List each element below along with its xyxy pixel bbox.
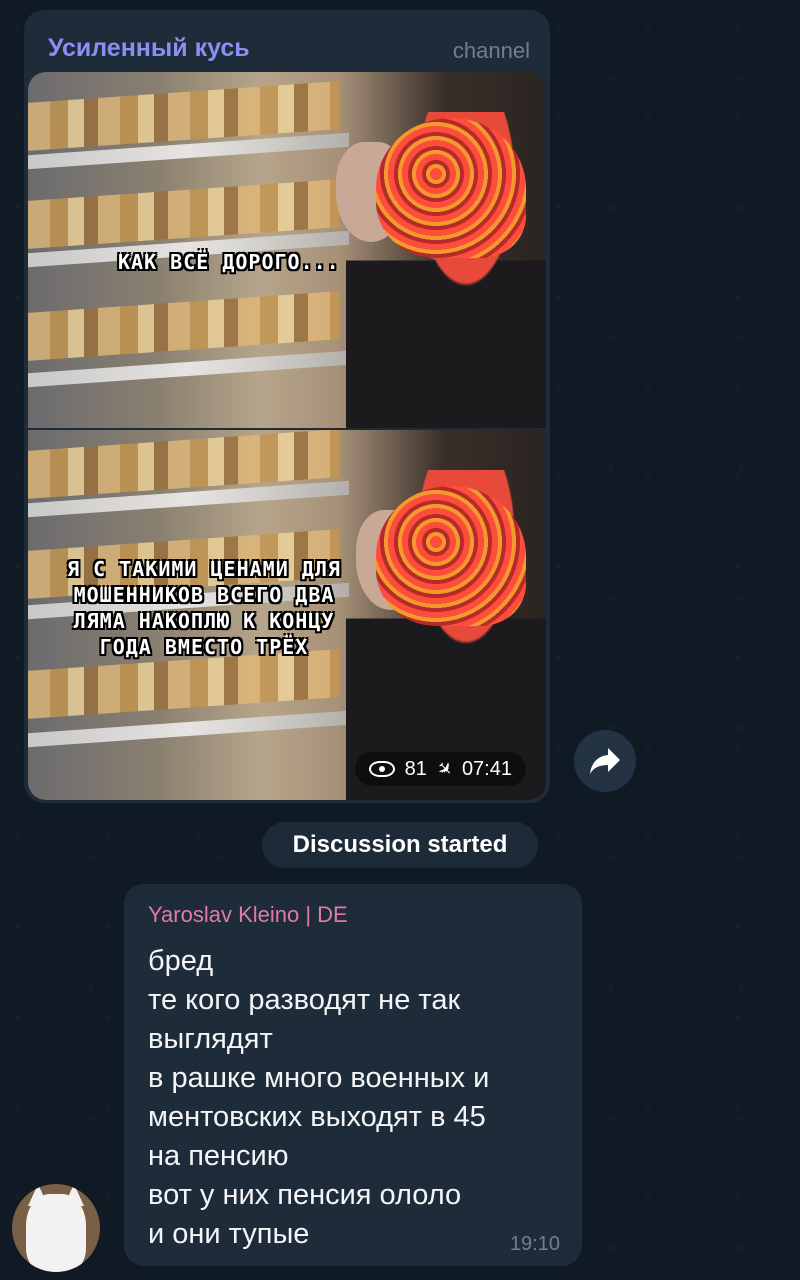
- meme-image-top[interactable]: КАК ВСЁ ДОРОГО...: [28, 72, 546, 428]
- share-arrow-icon: [590, 748, 620, 774]
- views-count: 81: [404, 757, 427, 780]
- comment-text: бред те кого разводят не так выглядят в …: [148, 942, 558, 1254]
- meme-caption-bottom: Я С ТАКИМИ ЦЕНАМИ ДЛЯ МОШЕННИКОВ ВСЕГО Д…: [67, 557, 341, 659]
- comment-line: вот у них пенсия ололо: [148, 1179, 462, 1211]
- channel-label: channel: [452, 38, 530, 63]
- post-header: Усиленный кусь channel: [48, 34, 530, 70]
- meme-caption-top: КАК ВСЁ ДОРОГО...: [118, 250, 340, 274]
- post-meta: 81 ✈ 07:41: [354, 752, 526, 786]
- comment-line: бред: [148, 945, 214, 977]
- channel-post[interactable]: Усиленный кусь channel КАК ВСЁ ДОРОГО...…: [24, 10, 550, 803]
- comment-bubble[interactable]: Yaroslav Kleino | DE бред те кого развод…: [124, 884, 582, 1266]
- comment-line: на пенсию: [148, 1140, 289, 1172]
- avatar[interactable]: [12, 1184, 100, 1272]
- pin-icon: ✈: [432, 756, 458, 782]
- discussion-started-label: Discussion started: [262, 822, 538, 868]
- comment-line: ментовских выходят в 45: [148, 1101, 486, 1133]
- comment-line: и они тупые: [148, 1218, 310, 1250]
- comment-line: те кого разводят не так: [148, 984, 461, 1016]
- comment-line: в рашке много военных и: [148, 1062, 490, 1094]
- comment-line: выглядят: [148, 1023, 273, 1055]
- comment-time: 19:10: [509, 1233, 560, 1255]
- channel-name[interactable]: Усиленный кусь: [48, 34, 250, 63]
- comment-author[interactable]: Yaroslav Kleino | DE: [148, 902, 558, 932]
- meme-image-bottom[interactable]: Я С ТАКИМИ ЦЕНАМИ ДЛЯ МОШЕННИКОВ ВСЕГО Д…: [28, 430, 546, 800]
- post-time: 07:41: [461, 757, 512, 780]
- share-button[interactable]: [574, 730, 636, 792]
- eye-icon: [368, 761, 395, 777]
